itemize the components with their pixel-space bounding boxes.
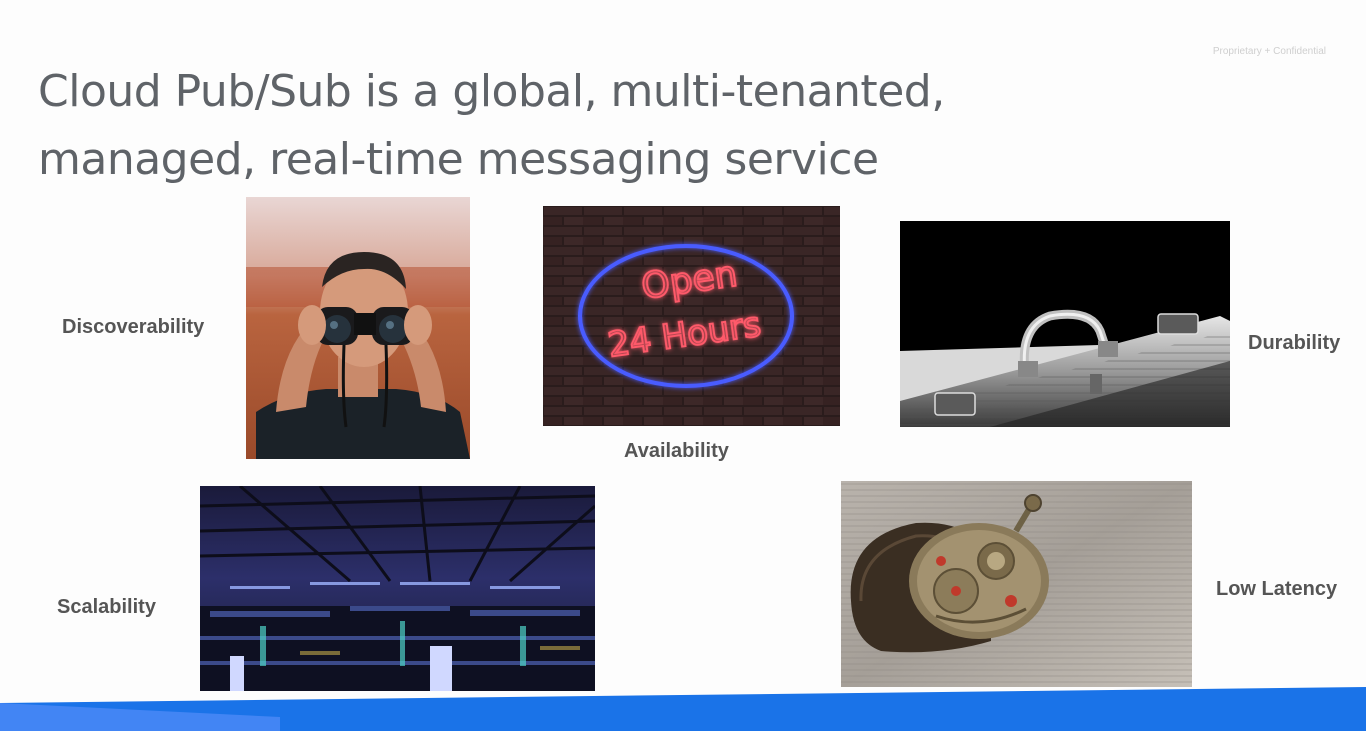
metal-briefcase-image xyxy=(900,221,1230,427)
discoverability-label: Discoverability xyxy=(62,316,205,338)
slide-title: Cloud Pub/Sub is a global, multi-tenante… xyxy=(38,58,1038,194)
binoculars-person-image xyxy=(246,197,470,459)
low-latency-label: Low Latency xyxy=(1216,578,1338,600)
footer-band xyxy=(0,687,1366,731)
confidential-note: Proprietary + Confidential xyxy=(1212,46,1326,57)
data-center-image xyxy=(200,486,595,691)
slide-title-line-1: Cloud Pub/Sub is a global, multi-tenante… xyxy=(38,66,945,117)
slide-title-line-2: managed, real-time messaging service xyxy=(38,134,879,185)
presentation-slide: Proprietary + Confidential Cloud Pub/Sub… xyxy=(0,0,1366,731)
scalability-label: Scalability xyxy=(57,596,156,618)
watch-movement-image xyxy=(841,481,1192,687)
durability-label: Durability xyxy=(1248,332,1341,354)
neon-open-24-hours-image: Open 24 Hours xyxy=(543,206,840,426)
availability-label: Availability xyxy=(624,440,729,462)
